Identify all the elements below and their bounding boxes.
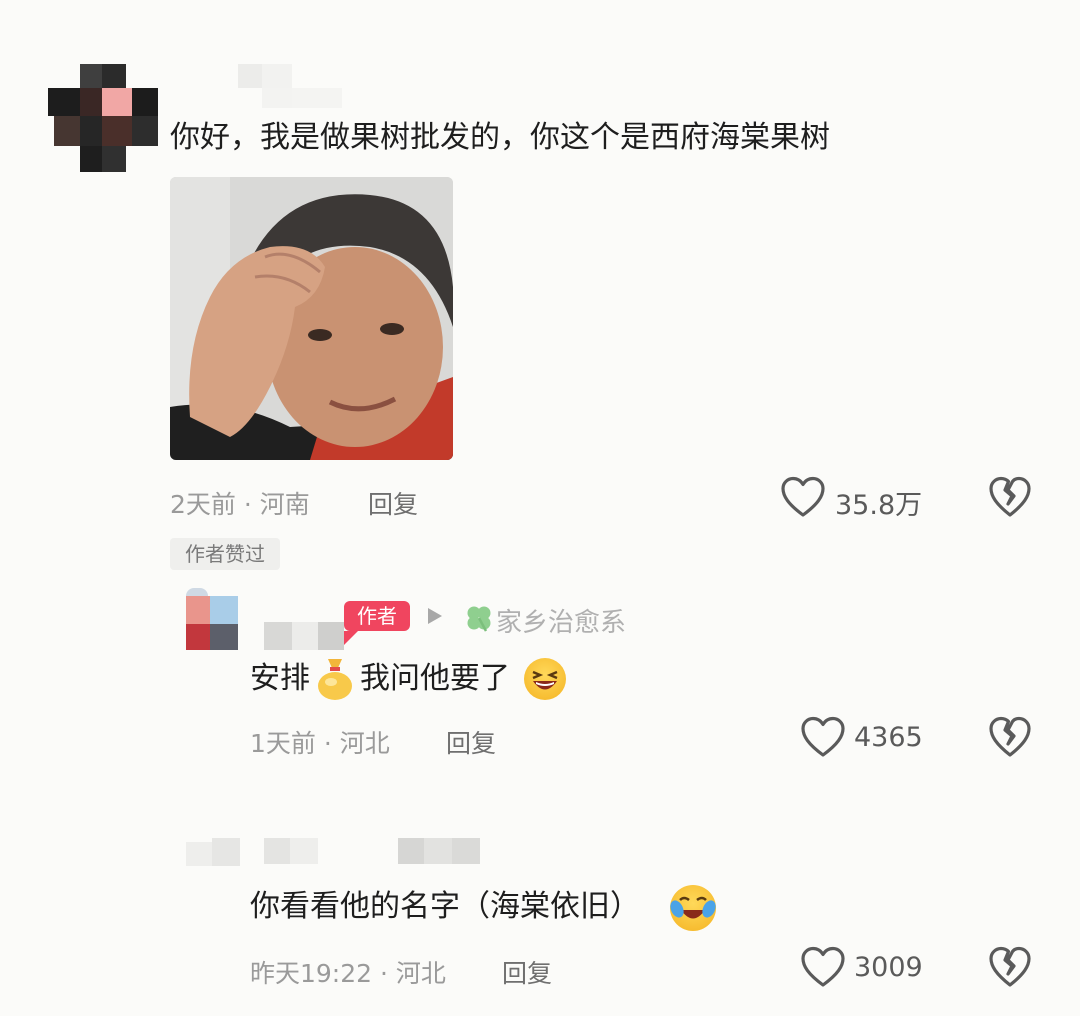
meme-photo: [170, 177, 453, 460]
like-button[interactable]: [800, 716, 846, 758]
heart-outline-icon: [781, 476, 825, 517]
username-pixelated[interactable]: [264, 838, 484, 866]
reply-button[interactable]: 回复: [368, 485, 418, 521]
meme-image[interactable]: [170, 177, 453, 460]
comment-text-part2: 我问他要了: [360, 661, 510, 696]
username-pixelated[interactable]: [264, 622, 344, 650]
comment-meta: 昨天19:22 · 河北: [250, 959, 446, 988]
username-pixelated[interactable]: [238, 62, 348, 108]
avatar-pixelated[interactable]: [180, 588, 240, 650]
heart-outline-icon: [801, 946, 845, 987]
laughing-emoji: [524, 658, 566, 700]
avatar-pixelated[interactable]: [44, 64, 160, 172]
broken-heart-icon: [989, 946, 1031, 987]
like-button[interactable]: [780, 476, 826, 518]
broken-heart-icon: [989, 716, 1031, 757]
like-count: 35.8万: [835, 490, 923, 521]
like-button[interactable]: [800, 946, 846, 988]
comment-text: 你看看他的名字（海棠依旧）: [250, 889, 640, 924]
avatar-pixelated[interactable]: [186, 838, 240, 868]
comment-text-part1: 安排: [250, 661, 310, 696]
reply-button[interactable]: 回复: [502, 954, 552, 990]
clover-icon: [467, 606, 491, 632]
triangle-right-icon: [428, 608, 442, 624]
like-count: 4365: [854, 722, 923, 753]
dislike-button[interactable]: [988, 946, 1032, 988]
reply-button[interactable]: 回复: [446, 724, 496, 760]
author-tag-tail: [344, 631, 358, 645]
author-tag: 作者: [344, 601, 410, 631]
comment-text: 你好，我是做果树批发的，你这个是西府海棠果树: [170, 120, 830, 155]
comment-meta: 1天前 · 河北: [250, 729, 390, 758]
reply-to-username[interactable]: 家乡治愈系: [496, 602, 626, 639]
like-count: 3009: [854, 952, 923, 983]
dislike-button[interactable]: [988, 476, 1032, 518]
dislike-button[interactable]: [988, 716, 1032, 758]
heart-outline-icon: [801, 716, 845, 757]
broken-heart-icon: [989, 476, 1031, 517]
author-liked-badge: 作者赞过: [170, 538, 280, 570]
tears-of-joy-emoji: [670, 885, 716, 931]
comment-meta: 2天前 · 河南: [170, 490, 310, 519]
money-bag-emoji: [318, 659, 352, 700]
